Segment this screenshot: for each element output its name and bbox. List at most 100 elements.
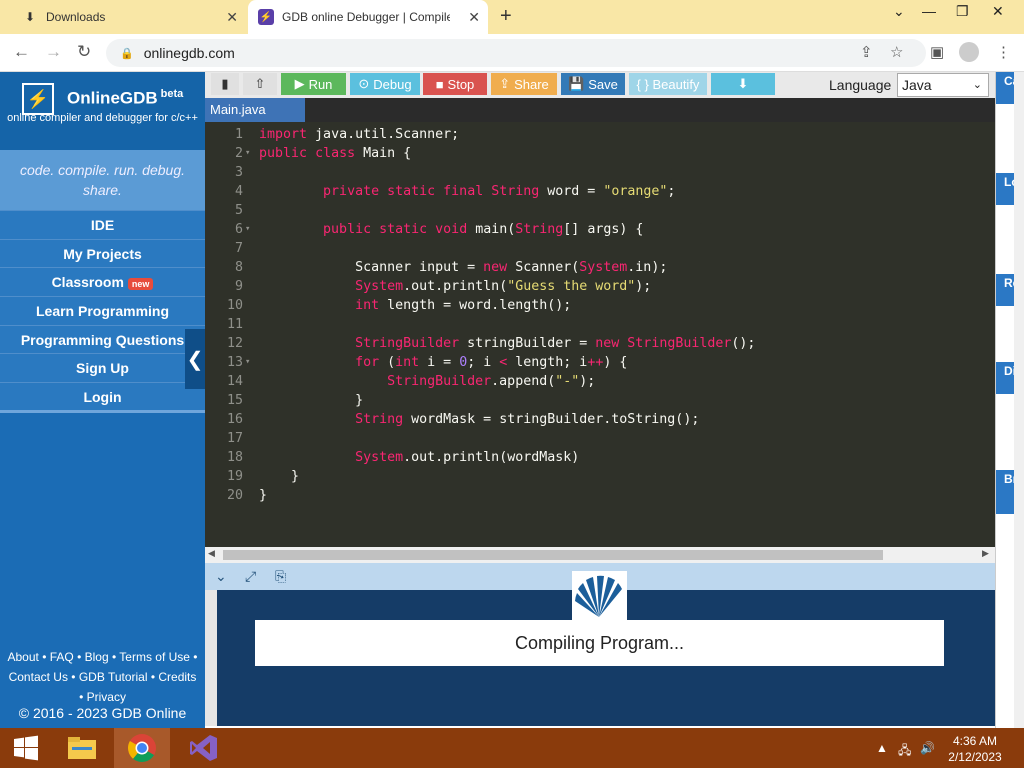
restore-icon[interactable]: ❐ [956, 3, 969, 20]
new-file-button[interactable]: ▮ [211, 73, 239, 95]
collapse-sidebar-button[interactable]: ❮ [185, 329, 205, 389]
expand-icon[interactable]: ⤢ [245, 568, 256, 585]
avatar[interactable] [959, 42, 979, 62]
sidebar-item-classroom[interactable]: Classroom new [0, 267, 205, 297]
upload-button[interactable]: ⇧ [243, 73, 277, 95]
code-line[interactable]: 10 int length = word.length(); [205, 296, 995, 315]
line-number: 16 [226, 412, 243, 427]
compiling-status: Compiling Program... [255, 620, 944, 666]
line-number: 13 [226, 355, 243, 370]
scroll-left-icon[interactable]: ◀ [208, 548, 215, 559]
forward-icon[interactable]: → [45, 42, 62, 62]
code-line[interactable]: 9 System.out.println("Guess the word"); [205, 277, 995, 296]
code-line[interactable]: 14 StringBuilder.append("-"); [205, 372, 995, 391]
chevron-down-icon[interactable]: ⌄ [893, 3, 905, 20]
code-text: System.out.println(wordMask) [355, 450, 580, 465]
fold-arrow-icon[interactable]: ▾ [245, 144, 250, 163]
code-text: System.out.println("Guess the word"); [355, 279, 652, 294]
code-line[interactable]: 15 } [205, 391, 995, 410]
download-button[interactable]: ⬇ [711, 73, 775, 95]
line-number: 17 [226, 431, 243, 446]
line-number: 11 [226, 317, 243, 332]
code-text: } [259, 469, 300, 484]
run-button[interactable]: ▶ Run [281, 73, 346, 95]
language-select[interactable]: Java ⌄ [897, 73, 989, 97]
tab-downloads[interactable]: ⬇ Downloads ✕ [0, 0, 246, 34]
sidebar-item-login[interactable]: Login [0, 382, 205, 411]
code-line[interactable]: 11 [205, 315, 995, 334]
line-number: 3 [234, 165, 243, 180]
sidebar-item-programming-questions[interactable]: Programming Questions [0, 324, 205, 354]
reload-icon[interactable]: ↻ [77, 42, 91, 62]
menu-icon[interactable]: ⋮ [996, 43, 1011, 61]
code-line[interactable]: 8 Scanner input = new Scanner(System.in)… [205, 258, 995, 277]
copy-icon[interactable]: ⎘ [275, 568, 286, 585]
taskbar-clock[interactable]: 4:36 AM 2/12/2023 [930, 733, 1020, 765]
sidebar-item-sign-up[interactable]: Sign Up [0, 353, 205, 383]
horizontal-scrollbar[interactable]: ◀ ▶ [205, 547, 995, 563]
vertical-scrollbar[interactable] [1014, 72, 1024, 728]
code-line[interactable]: 1 import java.util.Scanner; [205, 125, 995, 144]
back-icon[interactable]: ← [13, 42, 30, 62]
start-button[interactable] [0, 728, 52, 768]
share-button[interactable]: ⇪ Share [491, 73, 557, 95]
code-line[interactable]: 5 [205, 201, 995, 220]
share-icon[interactable]: ⇪ [860, 43, 873, 61]
code-line[interactable]: 20} [205, 486, 995, 505]
chrome-button[interactable] [114, 728, 170, 768]
minimize-icon[interactable]: — [922, 3, 936, 19]
brand-header[interactable]: ⚡ OnlineGDB beta online compiler and debu… [0, 72, 205, 150]
windows-taskbar: ▲ 🖧 🔊 4:36 AM 2/12/2023 [0, 728, 1024, 768]
close-window-icon[interactable]: ✕ [992, 3, 1004, 20]
line-number: 20 [226, 488, 243, 503]
file-explorer-button[interactable] [56, 728, 108, 768]
code-text: private static final String word = "oran… [323, 184, 676, 199]
code-line[interactable]: 18 System.out.println(wordMask) [205, 448, 995, 467]
scroll-right-icon[interactable]: ▶ [982, 548, 989, 559]
code-text: int length = word.length(); [355, 298, 572, 313]
save-button[interactable]: 💾 Save [561, 73, 625, 95]
code-text: import java.util.Scanner; [259, 127, 460, 142]
code-line[interactable]: 12 StringBuilder stringBuilder = new Str… [205, 334, 995, 353]
line-number: 12 [226, 336, 243, 351]
scrollbar-thumb[interactable] [223, 550, 883, 560]
code-line[interactable]: 13 ▾ for (int i = 0; i < length; i++) { [205, 353, 995, 372]
code-line[interactable]: 3 [205, 163, 995, 182]
beautify-button[interactable]: { } Beautify [629, 73, 707, 95]
sidebar: ⚡ OnlineGDB beta online compiler and debu… [0, 72, 205, 728]
sidepanel-icon[interactable]: ▣ [930, 43, 944, 61]
new-tab-icon[interactable]: + [500, 5, 512, 28]
file-tabs: Main.java [205, 98, 995, 122]
code-line[interactable]: 7 [205, 239, 995, 258]
sidebar-item-ide[interactable]: IDE [0, 210, 205, 239]
tray-arrow-icon[interactable]: ▲ [876, 741, 888, 755]
tab-onlinegdb[interactable]: ⚡ GDB online Debugger | Compiler ✕ [248, 0, 488, 34]
code-editor[interactable]: 1 import java.util.Scanner; 2 ▾ public class… [205, 122, 995, 547]
star-icon[interactable]: ☆ [890, 43, 903, 61]
fold-arrow-icon[interactable]: ▾ [245, 220, 250, 239]
code-text: Scanner input = new Scanner(System.in); [259, 260, 668, 275]
network-icon[interactable]: 🖧 [898, 741, 911, 762]
close-tab-icon[interactable]: ✕ [468, 9, 480, 26]
code-text: StringBuilder.append("-"); [387, 374, 596, 389]
close-tab-icon[interactable]: ✕ [226, 9, 238, 26]
debug-button[interactable]: ⊙ Debug [350, 73, 420, 95]
code-line[interactable]: 16 String wordMask = stringBuilder.toStr… [205, 410, 995, 429]
footer-links[interactable]: About • FAQ • Blog • Terms of Use • Cont… [0, 647, 205, 707]
address-bar[interactable]: 🔒 onlinegdb.com [106, 39, 926, 67]
fold-arrow-icon[interactable]: ▾ [245, 353, 250, 372]
code-line[interactable]: 4 private static final String word = "or… [205, 182, 995, 201]
share-icon: ⇪ [499, 76, 511, 91]
chevron-down-icon[interactable]: ⌄ [215, 568, 227, 585]
code-line[interactable]: 6 ▾ public static void main(String[] args… [205, 220, 995, 239]
code-line[interactable]: 17 [205, 429, 995, 448]
browser-toolbar: ← → ↻ 🔒 onlinegdb.com ⇪ ☆ ▣ ⋮ [0, 34, 1024, 72]
code-line[interactable]: 2 ▾ public class Main { [205, 144, 995, 163]
sidebar-item-my-projects[interactable]: My Projects [0, 238, 205, 268]
sidebar-item-learn-programming[interactable]: Learn Programming [0, 296, 205, 325]
stop-button[interactable]: ■ Stop [423, 73, 487, 95]
visual-studio-icon [190, 735, 217, 761]
code-line[interactable]: 19 } [205, 467, 995, 486]
tab-main-java[interactable]: Main.java [205, 98, 305, 122]
visual-studio-button[interactable] [178, 728, 230, 768]
